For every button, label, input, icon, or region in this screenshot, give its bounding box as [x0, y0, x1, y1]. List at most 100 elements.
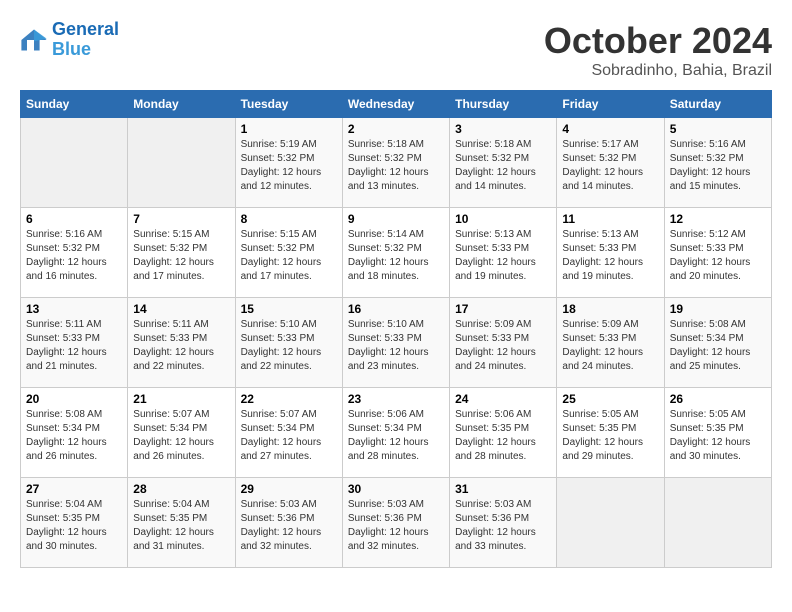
day-info: Sunrise: 5:16 AM Sunset: 5:32 PM Dayligh… [26, 228, 122, 284]
calendar-cell: 27 Sunrise: 5:04 AM Sunset: 5:35 PM Dayli… [21, 478, 128, 568]
day-number: 10 [455, 212, 551, 226]
day-number: 1 [241, 122, 337, 136]
calendar-cell: 22Sunrise: 5:07 AM Sunset: 5:34 PM Dayli… [235, 388, 342, 478]
calendar-cell: 26Sunrise: 5:05 AM Sunset: 5:35 PM Dayli… [664, 388, 771, 478]
weekday-header: Monday [128, 91, 235, 118]
day-info: Sunrise: 5:04 AM Sunset: 5:35 PM Dayligh… [133, 498, 229, 554]
calendar-week-row: 13 Sunrise: 5:11 AM Sunset: 5:33 PM Dayli… [21, 298, 772, 388]
day-info: Sunrise: 5:14 AM Sunset: 5:32 PM Dayligh… [348, 228, 444, 284]
day-number: 14 [133, 302, 229, 316]
day-number: 30 [348, 482, 444, 496]
calendar-week-row: 6 Sunrise: 5:16 AM Sunset: 5:32 PM Daylig… [21, 208, 772, 298]
calendar-cell: 21 Sunrise: 5:07 AM Sunset: 5:34 PM Dayli… [128, 388, 235, 478]
calendar-cell: 18Sunrise: 5:09 AM Sunset: 5:33 PM Dayli… [557, 298, 664, 388]
day-info: Sunrise: 5:08 AM Sunset: 5:34 PM Dayligh… [670, 318, 766, 374]
day-number: 22 [241, 392, 337, 406]
calendar-cell: 10 Sunrise: 5:13 AM Sunset: 5:33 PM Dayli… [450, 208, 557, 298]
calendar-week-row: 20 Sunrise: 5:08 AM Sunset: 5:34 PM Dayli… [21, 388, 772, 478]
calendar-cell: 23Sunrise: 5:06 AM Sunset: 5:34 PM Dayli… [342, 388, 449, 478]
logo: General Blue [20, 20, 119, 60]
day-number: 11 [562, 212, 658, 226]
day-info: Sunrise: 5:13 AM Sunset: 5:33 PM Dayligh… [455, 228, 551, 284]
calendar-cell: 17Sunrise: 5:09 AM Sunset: 5:33 PM Dayli… [450, 298, 557, 388]
calendar-cell: 31 Sunrise: 5:03 AM Sunset: 5:36 PM Dayli… [450, 478, 557, 568]
calendar-cell: 9 Sunrise: 5:14 AM Sunset: 5:32 PM Daylig… [342, 208, 449, 298]
calendar-cell: 19 Sunrise: 5:08 AM Sunset: 5:34 PM Dayli… [664, 298, 771, 388]
calendar-cell [664, 478, 771, 568]
weekday-header: Saturday [664, 91, 771, 118]
day-number: 21 [133, 392, 229, 406]
day-info: Sunrise: 5:06 AM Sunset: 5:35 PM Dayligh… [455, 408, 551, 464]
day-number: 7 [133, 212, 229, 226]
day-info: Sunrise: 5:05 AM Sunset: 5:35 PM Dayligh… [562, 408, 658, 464]
calendar-cell: 2Sunrise: 5:18 AM Sunset: 5:32 PM Daylig… [342, 118, 449, 208]
day-info: Sunrise: 5:04 AM Sunset: 5:35 PM Dayligh… [26, 498, 122, 554]
day-info: Sunrise: 5:16 AM Sunset: 5:32 PM Dayligh… [670, 138, 766, 194]
calendar-cell: 8Sunrise: 5:15 AM Sunset: 5:32 PM Daylig… [235, 208, 342, 298]
day-info: Sunrise: 5:09 AM Sunset: 5:33 PM Dayligh… [562, 318, 658, 374]
weekday-header: Wednesday [342, 91, 449, 118]
day-number: 15 [241, 302, 337, 316]
day-number: 6 [26, 212, 122, 226]
weekday-header: Thursday [450, 91, 557, 118]
calendar-week-row: 1 Sunrise: 5:19 AM Sunset: 5:32 PM Daylig… [21, 118, 772, 208]
calendar-cell: 11 Sunrise: 5:13 AM Sunset: 5:33 PM Dayli… [557, 208, 664, 298]
day-info: Sunrise: 5:15 AM Sunset: 5:32 PM Dayligh… [133, 228, 229, 284]
calendar-cell: 4Sunrise: 5:17 AM Sunset: 5:32 PM Daylig… [557, 118, 664, 208]
calendar-cell: 15Sunrise: 5:10 AM Sunset: 5:33 PM Dayli… [235, 298, 342, 388]
day-info: Sunrise: 5:11 AM Sunset: 5:33 PM Dayligh… [133, 318, 229, 374]
day-info: Sunrise: 5:10 AM Sunset: 5:33 PM Dayligh… [348, 318, 444, 374]
weekday-header: Friday [557, 91, 664, 118]
day-number: 24 [455, 392, 551, 406]
calendar-cell: 24 Sunrise: 5:06 AM Sunset: 5:35 PM Dayli… [450, 388, 557, 478]
day-number: 19 [670, 302, 766, 316]
logo-text: General Blue [52, 20, 119, 60]
day-info: Sunrise: 5:12 AM Sunset: 5:33 PM Dayligh… [670, 228, 766, 284]
calendar-table: SundayMondayTuesdayWednesdayThursdayFrid… [20, 90, 772, 568]
calendar-header-row: SundayMondayTuesdayWednesdayThursdayFrid… [21, 91, 772, 118]
day-info: Sunrise: 5:07 AM Sunset: 5:34 PM Dayligh… [133, 408, 229, 464]
day-info: Sunrise: 5:03 AM Sunset: 5:36 PM Dayligh… [455, 498, 551, 554]
calendar-title: October 2024 [544, 20, 772, 62]
day-info: Sunrise: 5:11 AM Sunset: 5:33 PM Dayligh… [26, 318, 122, 374]
calendar-cell: 7 Sunrise: 5:15 AM Sunset: 5:32 PM Daylig… [128, 208, 235, 298]
day-number: 26 [670, 392, 766, 406]
day-number: 25 [562, 392, 658, 406]
calendar-cell [21, 118, 128, 208]
day-number: 27 [26, 482, 122, 496]
weekday-header: Sunday [21, 91, 128, 118]
day-number: 2 [348, 122, 444, 136]
day-number: 13 [26, 302, 122, 316]
day-info: Sunrise: 5:19 AM Sunset: 5:32 PM Dayligh… [241, 138, 337, 194]
calendar-cell [128, 118, 235, 208]
page-header: General Blue October 2024 Sobradinho, Ba… [20, 20, 772, 80]
calendar-cell: 6 Sunrise: 5:16 AM Sunset: 5:32 PM Daylig… [21, 208, 128, 298]
calendar-cell: 12 Sunrise: 5:12 AM Sunset: 5:33 PM Dayli… [664, 208, 771, 298]
day-number: 9 [348, 212, 444, 226]
day-info: Sunrise: 5:03 AM Sunset: 5:36 PM Dayligh… [348, 498, 444, 554]
calendar-week-row: 27 Sunrise: 5:04 AM Sunset: 5:35 PM Dayli… [21, 478, 772, 568]
day-info: Sunrise: 5:17 AM Sunset: 5:32 PM Dayligh… [562, 138, 658, 194]
calendar-subtitle: Sobradinho, Bahia, Brazil [544, 62, 772, 80]
day-number: 31 [455, 482, 551, 496]
day-info: Sunrise: 5:08 AM Sunset: 5:34 PM Dayligh… [26, 408, 122, 464]
day-info: Sunrise: 5:13 AM Sunset: 5:33 PM Dayligh… [562, 228, 658, 284]
calendar-title-block: October 2024 Sobradinho, Bahia, Brazil [544, 20, 772, 80]
day-info: Sunrise: 5:09 AM Sunset: 5:33 PM Dayligh… [455, 318, 551, 374]
calendar-cell: 16 Sunrise: 5:10 AM Sunset: 5:33 PM Dayli… [342, 298, 449, 388]
calendar-cell: 3Sunrise: 5:18 AM Sunset: 5:32 PM Daylig… [450, 118, 557, 208]
calendar-cell: 14 Sunrise: 5:11 AM Sunset: 5:33 PM Dayli… [128, 298, 235, 388]
day-info: Sunrise: 5:03 AM Sunset: 5:36 PM Dayligh… [241, 498, 337, 554]
day-number: 29 [241, 482, 337, 496]
day-number: 16 [348, 302, 444, 316]
day-number: 23 [348, 392, 444, 406]
day-number: 20 [26, 392, 122, 406]
day-number: 28 [133, 482, 229, 496]
logo-icon [20, 26, 48, 54]
day-number: 5 [670, 122, 766, 136]
calendar-cell: 1 Sunrise: 5:19 AM Sunset: 5:32 PM Daylig… [235, 118, 342, 208]
day-number: 3 [455, 122, 551, 136]
day-info: Sunrise: 5:15 AM Sunset: 5:32 PM Dayligh… [241, 228, 337, 284]
day-number: 12 [670, 212, 766, 226]
calendar-cell [557, 478, 664, 568]
